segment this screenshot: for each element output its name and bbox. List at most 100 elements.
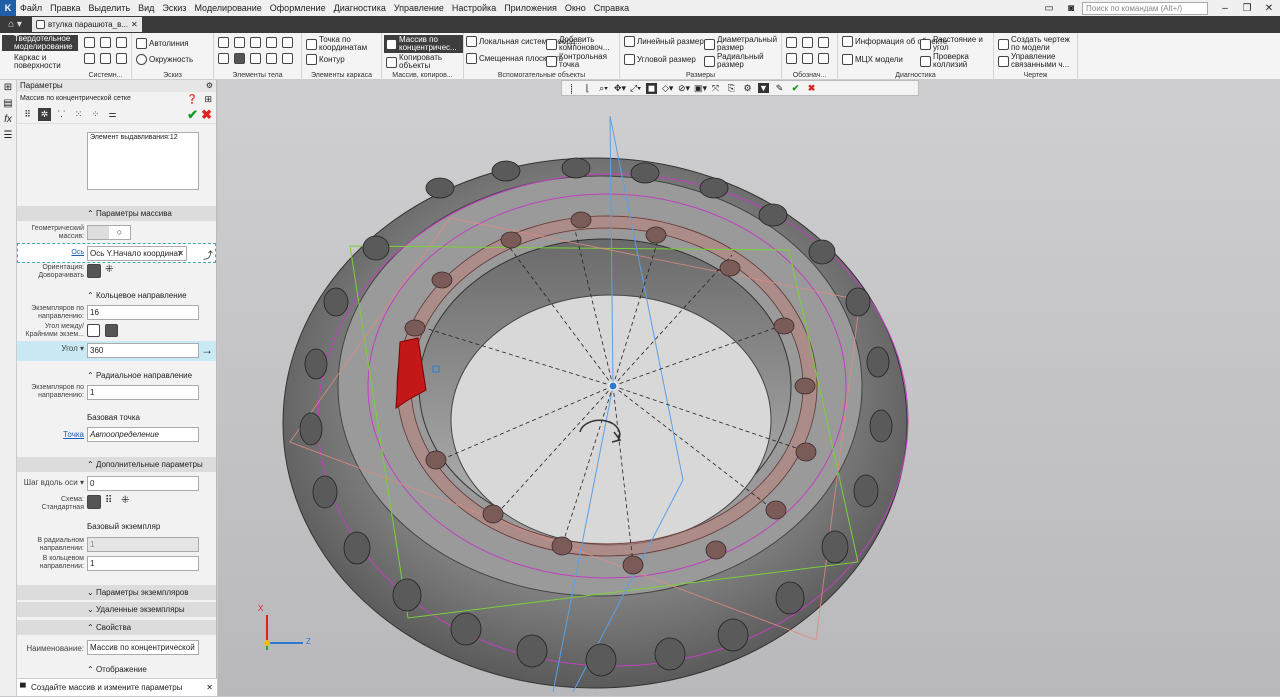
copy-objects-button[interactable]: Копировать объекты — [386, 54, 463, 70]
menu-edit[interactable]: Правка — [46, 0, 84, 16]
menu-diagnostics[interactable]: Диагностика — [330, 0, 390, 16]
orientation-rotate-icon[interactable] — [87, 264, 101, 278]
mcx-button[interactable]: МЦХ модели — [842, 54, 903, 65]
scheme-standard-icon[interactable] — [87, 495, 101, 509]
shaded-view-icon[interactable]: ◼ — [646, 82, 657, 94]
angle-extreme-icon[interactable] — [105, 324, 118, 337]
menu-window[interactable]: Окно — [561, 0, 590, 16]
minimize-button[interactable]: – — [1214, 3, 1236, 14]
camera-icon[interactable]: ◙ — [1060, 3, 1082, 14]
shell-icon[interactable] — [234, 53, 245, 64]
axis-link[interactable]: Ось — [17, 249, 84, 257]
diametral-dimension-button[interactable]: Диаметральный размер — [704, 36, 781, 52]
menu-view[interactable]: Вид — [134, 0, 158, 16]
chamfer-icon[interactable] — [250, 53, 261, 64]
mode-solid-modeling[interactable]: Твердотельное моделирование — [2, 35, 78, 51]
new-doc-icon[interactable] — [84, 37, 95, 48]
axis-clear-icon[interactable]: ✕ — [177, 247, 184, 260]
leader-icon[interactable] — [802, 53, 813, 64]
fillet-icon[interactable] — [218, 53, 229, 64]
scheme-staggered-icon[interactable]: ⠿ — [105, 495, 112, 506]
pan-icon[interactable]: ✥▾ — [614, 83, 626, 94]
step-input[interactable]: 0 — [87, 476, 199, 491]
tolerance-icon[interactable] — [802, 37, 813, 48]
orientation-icon[interactable]: ⤢▾ — [630, 83, 641, 94]
display-mode-icon[interactable]: ◇▾ — [662, 83, 673, 94]
table-array-icon[interactable]: ⁘ — [89, 108, 102, 121]
manage-linked-button[interactable]: Управление связанными ч... — [998, 53, 1077, 69]
concentric-array-button[interactable]: Массив по концентричес... — [384, 35, 463, 53]
revolve-icon[interactable] — [234, 37, 245, 48]
radial-count-input[interactable]: 1 — [87, 385, 199, 400]
snapshot-icon[interactable]: ⎘ — [726, 83, 737, 94]
objects-listbox[interactable]: Элемент выдавливания:12 — [87, 132, 199, 190]
document-tab[interactable]: втулка парашюта_в... ✕ — [32, 17, 142, 32]
save-icon[interactable] — [116, 37, 127, 48]
print-icon[interactable] — [84, 53, 95, 64]
hide-icon[interactable]: ⊘▾ — [678, 83, 690, 94]
control-point-button[interactable]: Контрольная точка — [546, 53, 619, 69]
autoline-button[interactable]: Автолиния — [136, 38, 189, 49]
roughness-icon[interactable] — [786, 37, 797, 48]
measure-icon[interactable]: ⤧ — [710, 83, 721, 94]
restore-button[interactable]: ❐ — [1236, 3, 1258, 14]
close-button[interactable]: ✕ — [1258, 3, 1280, 14]
name-input[interactable]: Массив по концентрической — [87, 640, 199, 655]
menu-modeling[interactable]: Моделирование — [190, 0, 265, 16]
point-by-coords-button[interactable]: Точка по координатам — [306, 36, 381, 52]
viewport-cancel-icon[interactable]: ✖ — [806, 83, 817, 94]
menu-manage[interactable]: Управление — [390, 0, 448, 16]
sweep-icon[interactable] — [266, 37, 277, 48]
scheme-custom-icon[interactable]: ⁜ — [121, 495, 129, 506]
point-input[interactable]: Автоопределение — [87, 427, 199, 442]
hole-icon[interactable] — [282, 53, 293, 64]
viewport-ok-icon[interactable]: ✔ — [790, 83, 801, 94]
menu-sketch[interactable]: Эскиз — [158, 0, 190, 16]
ok-check-icon[interactable]: ✔ — [187, 107, 198, 123]
pencil-icon[interactable]: ✎ — [774, 83, 785, 94]
menu-help[interactable]: Справка — [590, 0, 633, 16]
distance-angle-button[interactable]: Расстояние и угол — [920, 36, 993, 52]
menu-file[interactable]: Файл — [16, 0, 46, 16]
variables-icon[interactable]: fx — [0, 112, 16, 128]
home-icon[interactable]: ⌂ ▾ — [0, 16, 30, 33]
axis-field[interactable]: Ось Y.Начало координат ✕ — [87, 246, 187, 261]
linear-dimension-button[interactable]: Линейный размер — [624, 36, 704, 47]
list-item[interactable]: Элемент выдавливания:12 — [90, 134, 178, 141]
section-array-params[interactable]: ⌃ Параметры массива — [17, 206, 216, 221]
menu-drafting[interactable]: Оформление — [266, 0, 330, 16]
ring-instance-input[interactable]: 1 — [87, 556, 199, 571]
ring-count-input[interactable]: 16 — [87, 305, 199, 320]
menu-settings[interactable]: Настройка — [448, 0, 500, 16]
view-frame-icon[interactable]: ⸽ — [566, 82, 577, 95]
menu-select[interactable]: Выделить — [85, 0, 135, 16]
text-icon[interactable] — [786, 53, 797, 64]
command-search-input[interactable]: Поиск по командам (Alt+/) — [1082, 1, 1208, 15]
angle-input[interactable]: 360 — [87, 343, 199, 358]
extrude-icon[interactable] — [218, 37, 229, 48]
loft-icon[interactable] — [250, 37, 261, 48]
app-logo-icon[interactable]: K — [0, 0, 16, 16]
tree-toggle-icon[interactable]: ⊞ — [204, 92, 212, 106]
section-extra-params[interactable]: ⌃ Дополнительные параметры — [17, 457, 216, 472]
zoom-icon[interactable]: ⌕▾ — [598, 83, 609, 94]
axis-reverse-icon[interactable]: ⤴ — [203, 247, 213, 262]
create-drawing-button[interactable]: Создать чертеж по модели — [998, 36, 1077, 52]
angle-label[interactable]: Угол ▾ — [17, 345, 84, 353]
mirror-array-icon[interactable]: ⚌ — [106, 108, 119, 121]
cancel-x-icon[interactable]: ✖ — [201, 107, 212, 123]
mark-icon[interactable] — [818, 53, 829, 64]
points-array-icon[interactable]: ⁙ — [72, 108, 85, 121]
paste-icon[interactable] — [116, 53, 127, 64]
view-sketch-icon[interactable]: ⌊ — [582, 83, 593, 94]
mode-wireframe-surfaces[interactable]: Каркас и поверхности — [2, 54, 78, 70]
layers-icon[interactable]: ▤ — [0, 96, 16, 112]
section-deleted-instances[interactable]: ⌄ Удаленные экземпляры — [17, 602, 216, 617]
contour-button[interactable]: Контур — [306, 54, 345, 65]
radial-dimension-button[interactable]: Радиальный размер — [704, 53, 781, 69]
cut-icon[interactable] — [282, 37, 293, 48]
point-link[interactable]: Точка — [17, 431, 84, 439]
open-icon[interactable] — [100, 37, 111, 48]
add-component-button[interactable]: Добавить компоновоч... — [546, 36, 619, 52]
section-instance-params[interactable]: ⌄ Параметры экземпляров — [17, 585, 216, 600]
